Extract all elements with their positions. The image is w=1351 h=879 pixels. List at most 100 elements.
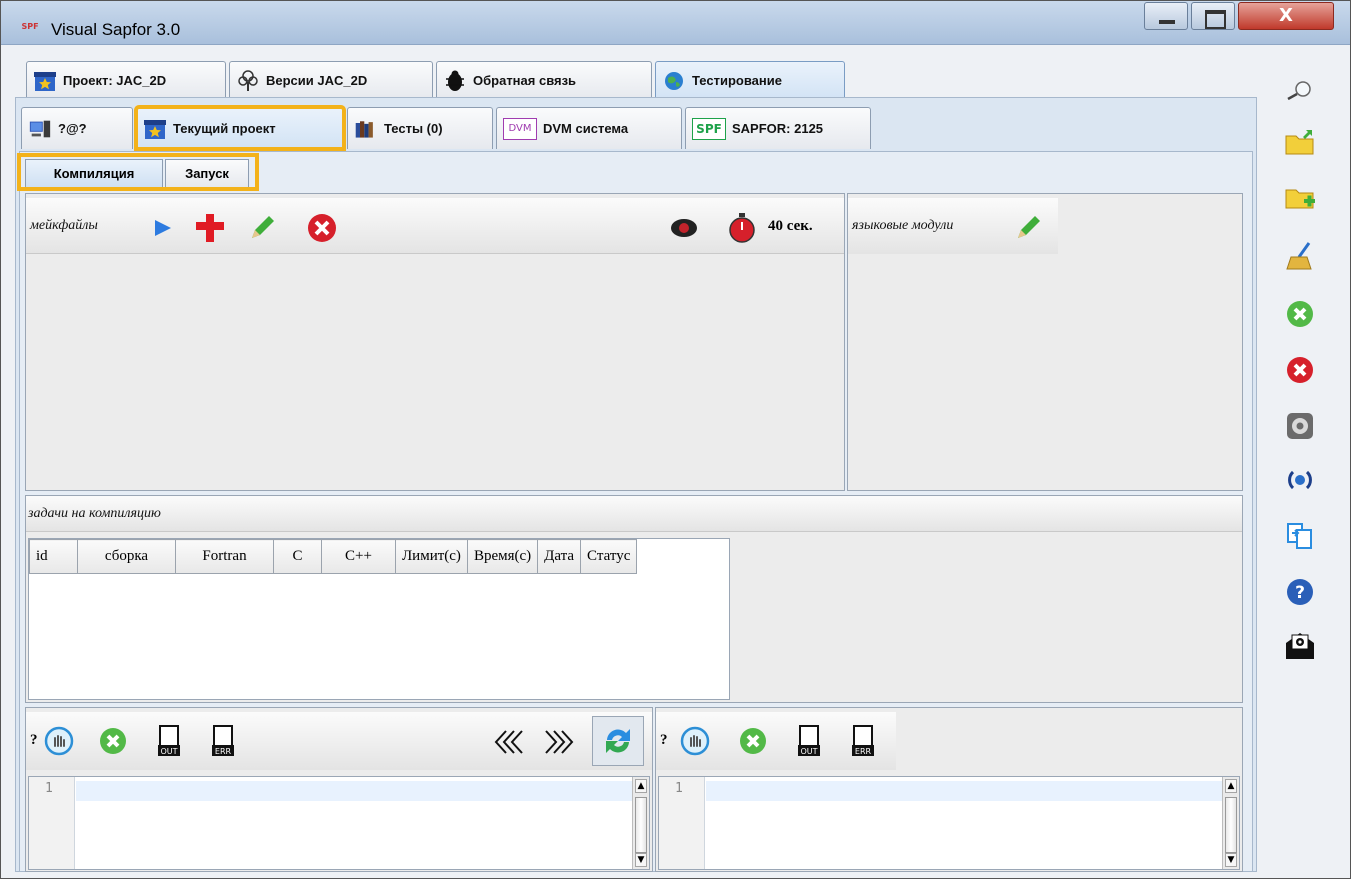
err-file-icon: ERR — [852, 725, 874, 756]
scrollbar-right[interactable]: ▲ ▼ — [1222, 777, 1239, 869]
col-fortran[interactable]: Fortran — [175, 539, 274, 574]
mail-settings-button[interactable] — [1283, 629, 1317, 663]
stderr-button-right[interactable]: ERR — [846, 722, 880, 760]
makefiles-title: мейкфайлы — [30, 218, 98, 233]
globe-icon — [662, 70, 686, 92]
col-limit[interactable]: Лимит(с) — [395, 539, 468, 574]
new-project-button[interactable] — [1283, 181, 1317, 215]
broom-icon — [1286, 242, 1312, 270]
tab-computer[interactable]: ?@? — [21, 107, 133, 149]
tab-dvm[interactable]: DVM DVM система — [496, 107, 682, 149]
settings-button[interactable] — [1283, 409, 1317, 443]
clear-button-left[interactable] — [96, 724, 130, 758]
tab-testing-label: Тестирование — [692, 73, 782, 88]
maximize-button[interactable] — [1191, 2, 1235, 30]
svg-text:ERR: ERR — [215, 747, 232, 756]
tasks-table-area[interactable]: id сборка Fortran C C++ Лимит(с) Время(с… — [28, 538, 730, 700]
broadcast-button[interactable] — [1283, 463, 1317, 497]
spf-icon: SPF — [692, 117, 726, 140]
clear-icon — [100, 728, 126, 754]
output-right-editor[interactable]: 1 ▲ ▼ — [658, 776, 1240, 870]
timer-button[interactable] — [722, 208, 762, 248]
col-c[interactable]: C — [273, 539, 322, 574]
rewind-icon — [494, 730, 523, 754]
scroll-thumb-right[interactable] — [1225, 797, 1237, 853]
tab-current-project-label: Текущий проект — [173, 121, 276, 136]
main-window: SPF Visual Sapfor 3.0 X Проект: JAC_2D В… — [0, 0, 1351, 879]
watch-button[interactable] — [666, 210, 702, 246]
delete-project-button[interactable] — [1283, 353, 1317, 387]
close-button[interactable]: X — [1238, 2, 1334, 30]
tab-current-project[interactable]: Текущий проект — [134, 105, 346, 151]
modules-list[interactable] — [848, 256, 1242, 490]
tab-feedback[interactable]: Обратная связь — [436, 61, 652, 99]
scroll-up-left[interactable]: ▲ — [635, 779, 647, 793]
open-project-button[interactable] — [1283, 125, 1317, 159]
search-button[interactable] — [1283, 73, 1317, 107]
add-makefile-button[interactable] — [190, 208, 230, 248]
window-title: Visual Sapfor 3.0 — [51, 20, 181, 39]
clean-button[interactable] — [1283, 239, 1317, 273]
scroll-down-right[interactable]: ▼ — [1225, 853, 1237, 867]
output-left-editor[interactable]: 1 ▲ ▼ — [28, 776, 650, 870]
tree-versions-icon — [236, 69, 260, 92]
stop-hand-icon — [44, 726, 74, 756]
col-build[interactable]: сборка — [77, 539, 176, 574]
output-left-toolbar: ? OUT ERR — [26, 712, 652, 770]
tab-project[interactable]: Проект: JAC_2D — [26, 61, 226, 99]
tab-sapfor[interactable]: SPF SAPFOR: 2125 — [685, 107, 871, 149]
run-button[interactable] — [144, 210, 180, 246]
stop-hand-icon — [680, 726, 710, 756]
tab-launch-label: Запуск — [185, 166, 229, 181]
interrupt-button-left[interactable] — [42, 724, 76, 758]
dvm-icon: DVM — [503, 117, 537, 140]
tab-dvm-label: DVM система — [543, 121, 629, 136]
mail-gear-icon — [1286, 633, 1314, 659]
tab-launch[interactable]: Запуск — [165, 159, 249, 187]
help-button[interactable]: ? — [1283, 575, 1317, 609]
col-status[interactable]: Статус — [580, 539, 638, 574]
green-close-icon — [1287, 301, 1313, 327]
next-button[interactable] — [538, 722, 580, 762]
interrupt-button-right[interactable] — [678, 724, 712, 758]
compare-button[interactable] — [1283, 519, 1317, 553]
stdout-button-right[interactable]: OUT — [792, 722, 826, 760]
stopwatch-icon — [729, 213, 755, 243]
scroll-up-right[interactable]: ▲ — [1225, 779, 1237, 793]
makefiles-list[interactable] — [26, 256, 844, 490]
scrollbar-left[interactable]: ▲ ▼ — [632, 777, 649, 869]
add-icon — [196, 214, 224, 242]
title-bar[interactable]: SPF Visual Sapfor 3.0 X — [1, 1, 1350, 45]
tab-tests[interactable]: Тесты (0) — [347, 107, 493, 149]
tab-versions[interactable]: Версии JAC_2D — [229, 61, 433, 99]
edit-modules-button[interactable] — [1008, 208, 1048, 248]
app-logo-text: SPF — [21, 22, 39, 31]
scroll-thumb-left[interactable] — [635, 797, 647, 853]
refresh-button[interactable] — [592, 716, 644, 766]
tab-testing[interactable]: Тестирование — [655, 61, 845, 99]
clear-button-right[interactable] — [736, 724, 770, 758]
close-project-button[interactable] — [1283, 297, 1317, 331]
col-time[interactable]: Время(с) — [466, 539, 539, 574]
edit-makefile-button[interactable] — [242, 208, 282, 248]
sub-tab-bar: ?@? Текущий проект Тесты (0) DVM DVM сис… — [21, 105, 874, 151]
col-date[interactable]: Дата — [537, 539, 582, 574]
modules-panel: языковые модули — [847, 193, 1243, 491]
out-file-icon: OUT — [798, 725, 820, 756]
minimize-button[interactable] — [1144, 2, 1188, 30]
delete-makefile-button[interactable] — [302, 208, 342, 248]
tab-compilation[interactable]: Компиляция — [25, 159, 163, 187]
prev-button[interactable] — [488, 722, 530, 762]
line-gutter-right: 1 — [659, 777, 705, 869]
main-tab-bar: Проект: JAC_2D Версии JAC_2D Обратная св… — [26, 61, 848, 99]
current-line-left — [76, 781, 632, 801]
help-icon: ? — [1287, 579, 1313, 605]
magnifier-icon — [1287, 81, 1311, 100]
scroll-down-left[interactable]: ▼ — [635, 853, 647, 867]
output-panel-right: ? OUT ERR 1 ▲ ▼ — [655, 707, 1243, 872]
col-id[interactable]: id — [29, 539, 78, 574]
bug-icon — [443, 70, 467, 92]
stdout-button-left[interactable]: OUT — [152, 722, 186, 760]
col-cpp[interactable]: C++ — [321, 539, 396, 574]
stderr-button-left[interactable]: ERR — [206, 722, 240, 760]
